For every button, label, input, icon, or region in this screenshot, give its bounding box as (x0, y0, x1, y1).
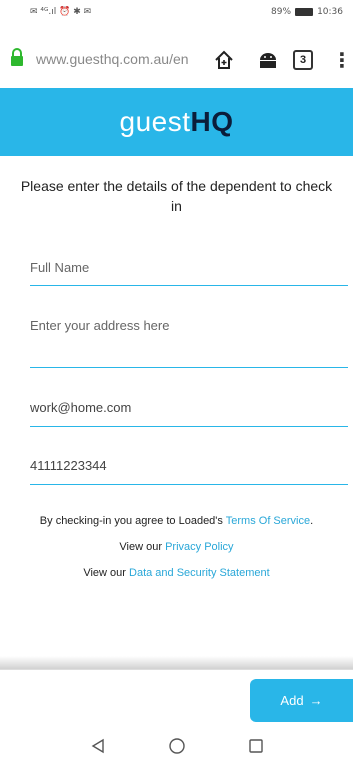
notification-icons: ✉ ⁴ᴳ.ıl ⏰ ✱ ✉ (30, 7, 92, 17)
url-bar[interactable]: www.guesthq.com.au/en (36, 51, 198, 67)
back-icon[interactable] (86, 734, 110, 758)
more-vert-icon[interactable]: ⋮ (330, 48, 353, 72)
terms-suffix: . (310, 515, 314, 527)
security-line: View our Data and Security Statement (0, 566, 353, 580)
intro-text: Please enter the details of the dependen… (20, 178, 333, 214)
app-header: guestHQ (0, 88, 353, 156)
full-name-field[interactable] (30, 260, 348, 286)
add-button[interactable]: Add → (250, 679, 353, 722)
phone-input[interactable] (30, 458, 348, 473)
footer-divider (0, 656, 353, 670)
terms-line: By checking-in you agree to Loaded's Ter… (0, 514, 353, 528)
logo-main: guest (119, 106, 191, 137)
terms-of-service-link[interactable]: Terms Of Service (226, 515, 310, 527)
address-input[interactable] (30, 318, 348, 333)
arrow-right-icon: → (309, 693, 323, 708)
battery-icon (295, 8, 314, 16)
privacy-policy-link[interactable]: Privacy Policy (165, 541, 233, 553)
circle-home-icon[interactable] (165, 734, 189, 758)
lock-icon (11, 48, 23, 66)
address-field[interactable] (30, 318, 348, 368)
full-name-input[interactable] (30, 260, 348, 275)
logo-accent: HQ (190, 106, 234, 137)
recents-icon[interactable] (244, 734, 268, 758)
privacy-prefix: View our (119, 541, 163, 553)
data-security-link[interactable]: Data and Security Statement (129, 567, 270, 579)
home-icon[interactable] (212, 48, 236, 72)
phone-field[interactable] (30, 458, 348, 485)
email-input[interactable] (30, 400, 348, 415)
tabs-icon[interactable]: 3 (291, 48, 315, 72)
battery-percent: 89% (271, 7, 292, 17)
security-prefix: View our (83, 567, 126, 579)
terms-prefix: By checking-in you agree to Loaded's (39, 515, 223, 527)
tab-count: 3 (293, 50, 313, 70)
email-field[interactable] (30, 400, 348, 427)
add-button-label: Add (280, 693, 304, 708)
status-icons: ✉ ⁴ᴳ.ıl ⏰ ✱ ✉ (30, 7, 91, 17)
android-nav-bar (0, 730, 353, 762)
clock: 10:36 (317, 7, 343, 17)
browser-toolbar: www.guesthq.com.au/en 3 ⋮ (0, 34, 353, 84)
android-icon[interactable] (256, 48, 280, 72)
guesthq-logo: guestHQ (120, 106, 234, 138)
status-right: 89% 10:36 (271, 7, 343, 17)
privacy-line: View our Privacy Policy (0, 540, 353, 554)
status-bar: ✉ ⁴ᴳ.ıl ⏰ ✱ ✉ 89% 10:36 (0, 0, 353, 24)
